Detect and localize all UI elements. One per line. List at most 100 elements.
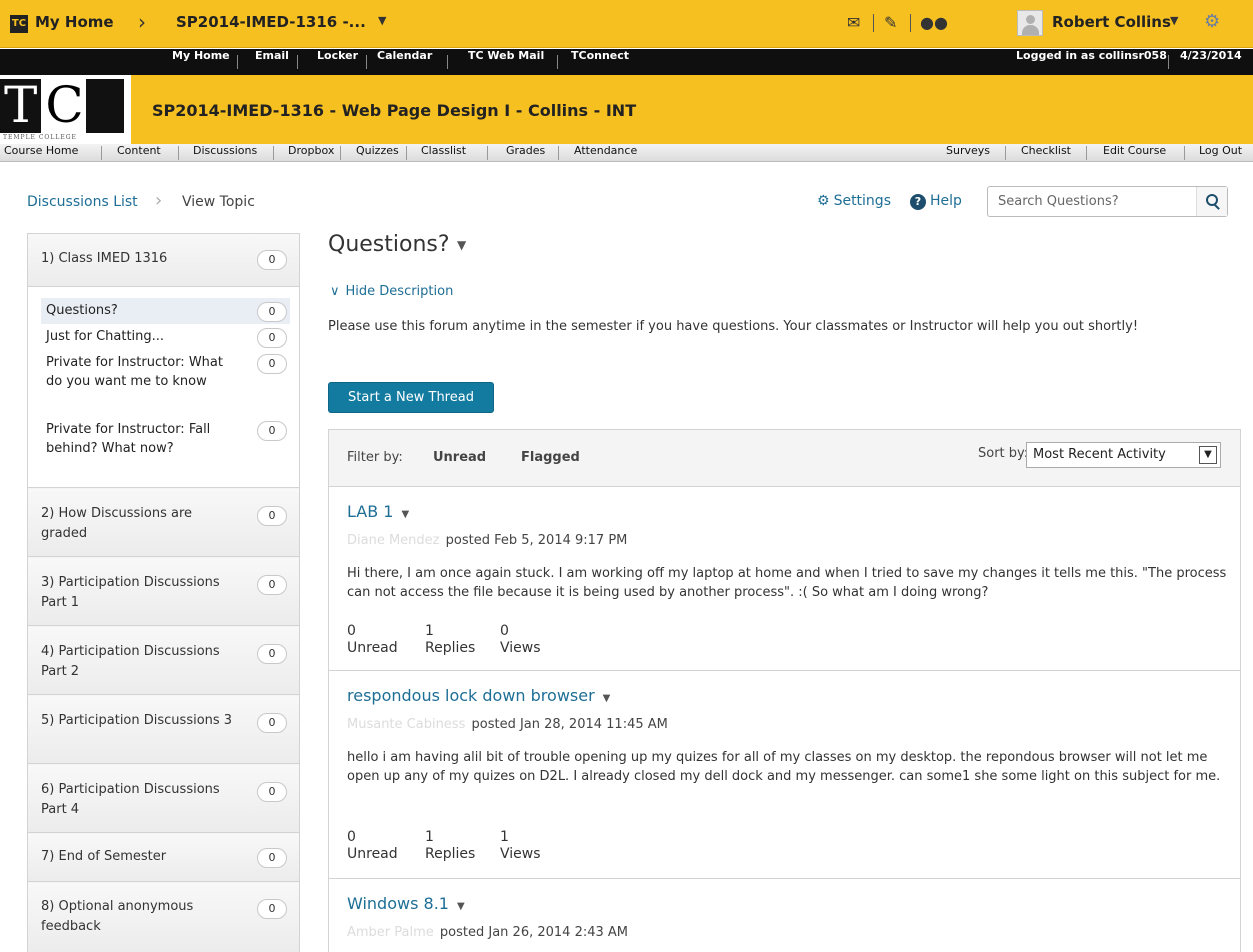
course-selector-caret-icon[interactable]: ▼ (378, 14, 386, 27)
divider (558, 146, 559, 160)
search-box (987, 186, 1228, 217)
divider (873, 14, 874, 32)
nav-quizzes[interactable]: Quizzes (356, 144, 399, 162)
nav-grades[interactable]: Grades (506, 144, 545, 162)
link-tconnect[interactable]: TConnect (571, 49, 629, 75)
temple-college-logo[interactable]: TC TEMPLE COLLEGE (0, 75, 131, 144)
link-tc-web-mail[interactable]: TC Web Mail (468, 49, 544, 75)
filter-unread[interactable]: Unread (433, 450, 486, 465)
topic-navigation-panel: 1) Class IMED 1316 0 Questions? 0 Just f… (27, 233, 300, 952)
thread-actions-caret-icon[interactable]: ▼ (401, 509, 409, 520)
category-label: 6) Participation Discussions Part 4 (41, 782, 220, 817)
search-input[interactable] (988, 187, 1196, 216)
link-my-home[interactable]: My Home (172, 49, 230, 75)
thread-actions-caret-icon[interactable]: ▼ (457, 901, 465, 912)
divider (237, 55, 238, 69)
unread-count-badge: 0 (257, 575, 287, 595)
divider (1168, 55, 1169, 69)
topic-item-chatting[interactable]: Just for Chatting... 0 (41, 324, 290, 350)
thread-author[interactable]: Musante Cabiness (347, 717, 465, 732)
thread-posted: posted Feb 5, 2014 9:17 PM (445, 533, 628, 548)
replies-label: Replies (425, 640, 476, 656)
my-home-link[interactable]: My Home (35, 13, 114, 31)
nav-course-home[interactable]: Course Home (4, 144, 78, 162)
unread-count-badge: 0 (257, 848, 287, 868)
nav-attendance[interactable]: Attendance (574, 144, 637, 162)
course-navbar: Course Home Content Discussions Dropbox … (0, 144, 1253, 162)
category-item[interactable]: 5) Participation Discussions 3 0 (28, 696, 299, 764)
nav-classlist[interactable]: Classlist (421, 144, 466, 162)
nav-surveys[interactable]: Surveys (946, 144, 990, 162)
thread-actions-caret-icon[interactable]: ▼ (603, 693, 611, 704)
replies-label: Replies (425, 846, 476, 862)
tc-small-logo[interactable]: TC (10, 15, 28, 33)
views-label: Views (500, 640, 541, 656)
nav-edit-course[interactable]: Edit Course (1103, 144, 1166, 162)
topic-item-questions[interactable]: Questions? 0 (41, 298, 290, 324)
divider (297, 55, 298, 69)
topic-actions-caret-icon[interactable]: ▼ (457, 238, 466, 252)
filter-label: Filter by: (347, 450, 403, 465)
nav-dropbox[interactable]: Dropbox (288, 144, 334, 162)
category-item[interactable]: 1) Class IMED 1316 0 (28, 234, 299, 287)
search-icon[interactable] (1196, 187, 1227, 216)
link-bar: My Home Email Locker Calendar TC Web Mai… (0, 49, 1253, 75)
sort-select[interactable]: Most Recent Activity ▼ (1026, 442, 1221, 468)
thread-title-link[interactable]: Windows 8.1 ▼ (347, 894, 465, 913)
nav-discussions[interactable]: Discussions (193, 144, 257, 162)
thread-author[interactable]: Amber Palme (347, 925, 434, 940)
divider (101, 146, 102, 160)
user-name[interactable]: Robert Collins (1052, 13, 1171, 31)
category-item[interactable]: 7) End of Semester 0 (28, 834, 299, 882)
category-item[interactable]: 4) Participation Discussions Part 2 0 (28, 627, 299, 695)
nav-content[interactable]: Content (117, 144, 161, 162)
topic-label: Private for Instructor: Fall behind? Wha… (46, 422, 211, 456)
topic-label: Questions? (46, 303, 118, 318)
chevron-right-icon: › (138, 10, 146, 34)
thread-author[interactable]: Diane Mendez (347, 533, 440, 548)
current-date: 4/23/2014 (1180, 49, 1242, 62)
category-item[interactable]: 3) Participation Discussions Part 1 0 (28, 558, 299, 626)
thread-title-link[interactable]: LAB 1 ▼ (347, 502, 409, 521)
category-item[interactable]: 2) How Discussions are graded 0 (28, 489, 299, 557)
update-alerts-icon[interactable]: ✎ (884, 13, 897, 32)
hide-description-toggle[interactable]: ∨ Hide Description (330, 284, 453, 299)
views-count: 0 (500, 623, 509, 639)
category-item[interactable]: 8) Optional anonymous feedback 0 (28, 883, 299, 952)
message-alerts-icon[interactable]: ✉ (847, 13, 860, 32)
breadcrumb-discussions-list[interactable]: Discussions List (27, 194, 138, 210)
thread-meta: Amber Palme posted Jan 26, 2014 2:43 AM (347, 925, 628, 940)
replies-count: 1 (425, 623, 434, 639)
settings-link[interactable]: ⚙ Settings (817, 193, 891, 209)
topic-item-private-know[interactable]: Private for Instructor: What do you want… (41, 350, 290, 416)
link-locker[interactable]: Locker (317, 49, 358, 75)
topic-list: Questions? 0 Just for Chatting... 0 Priv… (28, 287, 299, 488)
course-selector[interactable]: SP2014-IMED-1316 -... (176, 13, 366, 31)
divider (1005, 146, 1006, 160)
divider (557, 55, 558, 69)
subscription-alerts-icon[interactable]: ●● (920, 13, 948, 32)
help-link[interactable]: ? Help (910, 193, 962, 210)
thread-posted: posted Jan 28, 2014 11:45 AM (471, 717, 668, 732)
start-new-thread-button[interactable]: Start a New Thread (328, 382, 494, 413)
divider (1086, 146, 1087, 160)
topic-description: Please use this forum anytime in the sem… (328, 319, 1139, 334)
nav-checklist[interactable]: Checklist (1021, 144, 1071, 162)
link-calendar[interactable]: Calendar (377, 49, 432, 75)
help-icon: ? (910, 194, 926, 210)
user-menu-caret-icon[interactable]: ▼ (1170, 14, 1178, 27)
divider (1184, 146, 1185, 160)
user-avatar[interactable] (1017, 10, 1043, 36)
link-email[interactable]: Email (255, 49, 289, 75)
filter-flagged[interactable]: Flagged (521, 450, 580, 465)
category-label: 8) Optional anonymous feedback (41, 899, 194, 934)
thread-title-link[interactable]: respondous lock down browser ▼ (347, 686, 610, 705)
help-label: Help (930, 193, 962, 209)
topic-item-private-fall-behind[interactable]: Private for Instructor: Fall behind? Wha… (41, 417, 290, 463)
category-item[interactable]: 6) Participation Discussions Part 4 0 (28, 765, 299, 833)
divider (178, 146, 179, 160)
nav-log-out[interactable]: Log Out (1199, 144, 1242, 162)
category-label: 4) Participation Discussions Part 2 (41, 644, 220, 679)
admin-tools-gear-icon[interactable]: ⚙ (1204, 11, 1220, 32)
minibar: TC My Home › SP2014-IMED-1316 -... ▼ ✉ ✎… (0, 0, 1253, 48)
